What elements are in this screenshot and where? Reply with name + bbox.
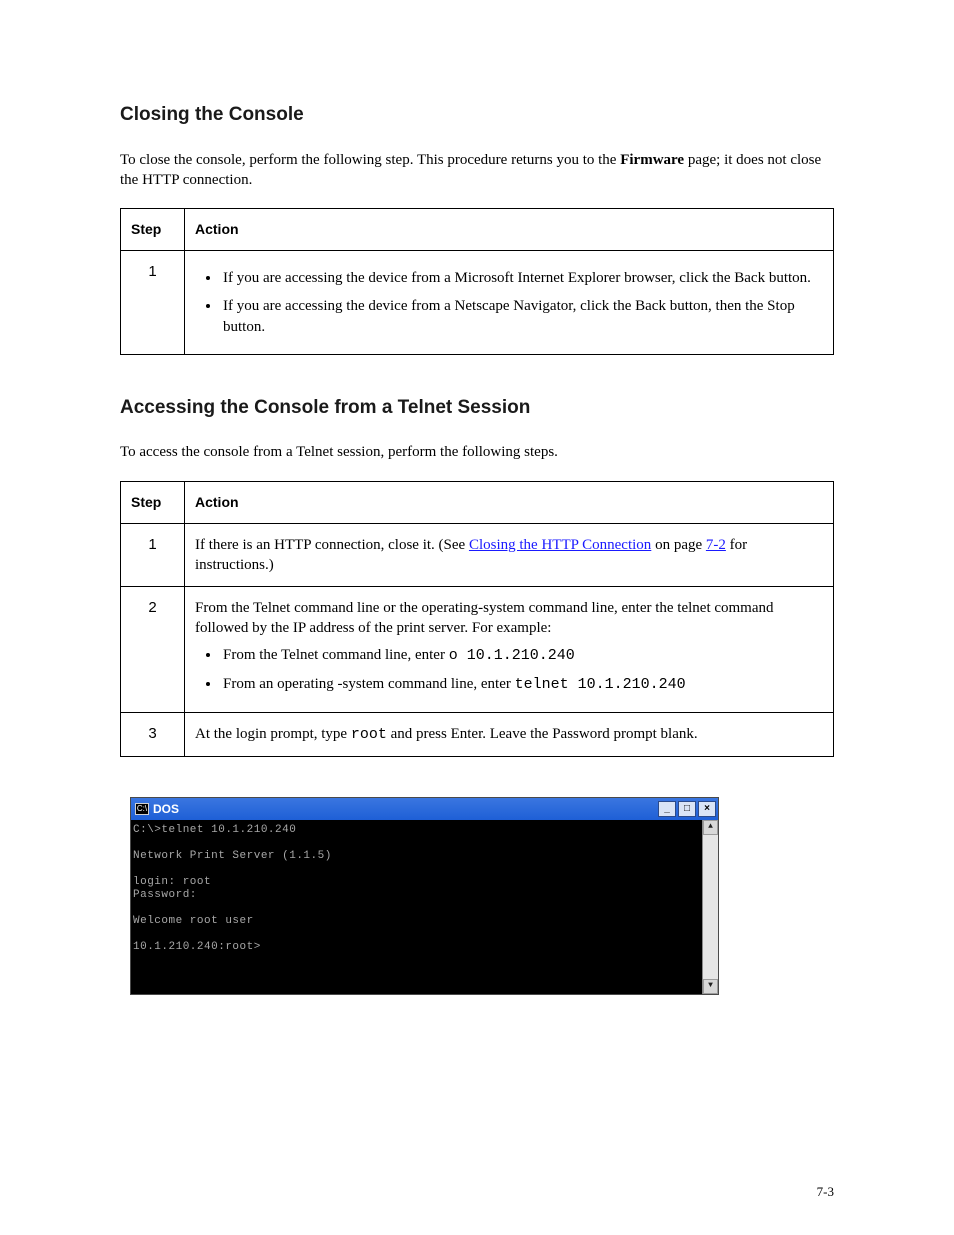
dos-window: C:\ DOS _ □ × C:\>telnet 10.1.210.240 Ne… <box>130 797 719 995</box>
section-heading-telnet: Accessing the Console from a Telnet Sess… <box>120 395 834 421</box>
table-header-step: Step <box>121 481 185 523</box>
step-action: If you are accessing the device from a M… <box>185 251 834 355</box>
intro-closing-console: To close the console, perform the follow… <box>120 150 834 191</box>
step-number: 3 <box>121 713 185 757</box>
dos-title-text: DOS <box>153 801 656 817</box>
step-action: From the Telnet command line or the oper… <box>185 587 834 713</box>
cmd-icon-label: C:\ <box>137 805 147 813</box>
text-frag: and press Enter. Leave the Password prom… <box>387 726 698 742</box>
text-frag: From the Telnet command line, enter <box>223 647 449 663</box>
table-row: 3 At the login prompt, type root and pre… <box>121 713 834 757</box>
table-header-action: Action <box>185 481 834 523</box>
list-item: If you are accessing the device from a M… <box>221 266 823 294</box>
text-strong: Firmware <box>620 152 684 168</box>
table-row: 2 From the Telnet command line or the op… <box>121 587 834 713</box>
step-number: 2 <box>121 587 185 713</box>
table-header-action: Action <box>185 209 834 251</box>
cmd-icon: C:\ <box>135 803 149 815</box>
dos-titlebar: C:\ DOS _ □ × <box>131 798 718 820</box>
table-telnet: Step Action 1 If there is an HTTP connec… <box>120 481 834 758</box>
code-text: root <box>351 726 387 743</box>
step-number: 1 <box>121 251 185 355</box>
dos-terminal-output: C:\>telnet 10.1.210.240 Network Print Se… <box>131 820 702 994</box>
list-item: From the Telnet command line, enter o 10… <box>221 643 823 672</box>
close-button[interactable]: × <box>698 801 716 817</box>
scrollbar[interactable]: ▲ ▼ <box>702 820 718 994</box>
code-text: o 10.1.210.240 <box>449 647 575 664</box>
dos-body-wrap: C:\>telnet 10.1.210.240 Network Print Se… <box>131 820 718 994</box>
text-frag: At the login prompt, type <box>195 726 351 742</box>
list-item: From an operating -system command line, … <box>221 672 823 701</box>
text-frag: on page <box>651 537 706 553</box>
bullet-list: If you are accessing the device from a M… <box>195 266 823 343</box>
step-action: At the login prompt, type root and press… <box>185 713 834 757</box>
table-close-console: Step Action 1 If you are accessing the d… <box>120 208 834 355</box>
section-heading-closing-console: Closing the Console <box>120 102 834 128</box>
code-text: telnet 10.1.210.240 <box>515 676 686 693</box>
text-frag: From the Telnet command line or the oper… <box>195 598 823 639</box>
scroll-down-button[interactable]: ▼ <box>703 979 718 994</box>
maximize-button[interactable]: □ <box>678 801 696 817</box>
table-row: 1 If there is an HTTP connection, close … <box>121 523 834 587</box>
link-page-ref[interactable]: 7-2 <box>706 537 726 553</box>
page-number: 7-3 <box>817 1183 834 1201</box>
text-frag: To close the console, perform the follow… <box>120 152 620 168</box>
table-row: 1 If you are accessing the device from a… <box>121 251 834 355</box>
list-item: If you are accessing the device from a N… <box>221 294 823 343</box>
text-frag: From an operating -system command line, … <box>223 676 515 692</box>
intro-telnet: To access the console from a Telnet sess… <box>120 442 834 462</box>
table-header-step: Step <box>121 209 185 251</box>
bullet-list: From the Telnet command line, enter o 10… <box>195 643 823 702</box>
scroll-up-button[interactable]: ▲ <box>703 820 718 835</box>
text-frag: If there is an HTTP connection, close it… <box>195 537 469 553</box>
link-closing-http[interactable]: Closing the HTTP Connection <box>469 537 651 553</box>
minimize-button[interactable]: _ <box>658 801 676 817</box>
step-number: 1 <box>121 523 185 587</box>
step-action: If there is an HTTP connection, close it… <box>185 523 834 587</box>
